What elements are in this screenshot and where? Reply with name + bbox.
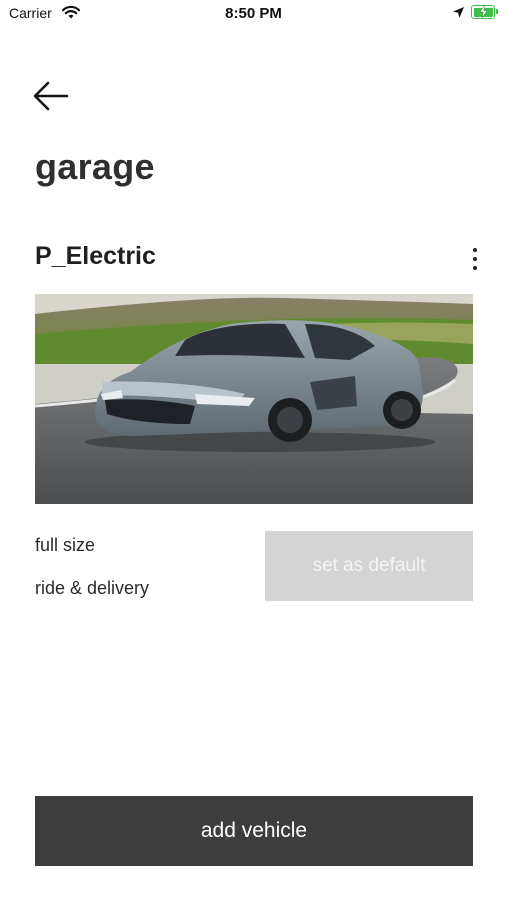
- arrow-left-icon: [33, 81, 69, 111]
- set-default-button[interactable]: set as default: [265, 531, 473, 601]
- spec-size: full size: [35, 535, 96, 555]
- battery-icon: [471, 4, 498, 19]
- back-button[interactable]: [31, 78, 71, 114]
- add-vehicle-button[interactable]: add vehicle: [35, 796, 473, 866]
- clock: 8:50 PM: [225, 5, 282, 22]
- vehicle-name: P_Electric: [35, 242, 156, 270]
- location-arrow-icon: [452, 6, 465, 24]
- page-title: garage: [35, 146, 155, 187]
- vehicle-photo: [35, 294, 473, 504]
- spec-service: ride & delivery: [35, 578, 150, 598]
- more-vertical-icon[interactable]: [465, 244, 485, 274]
- status-bar: Carrier 8:50 PM: [0, 0, 507, 28]
